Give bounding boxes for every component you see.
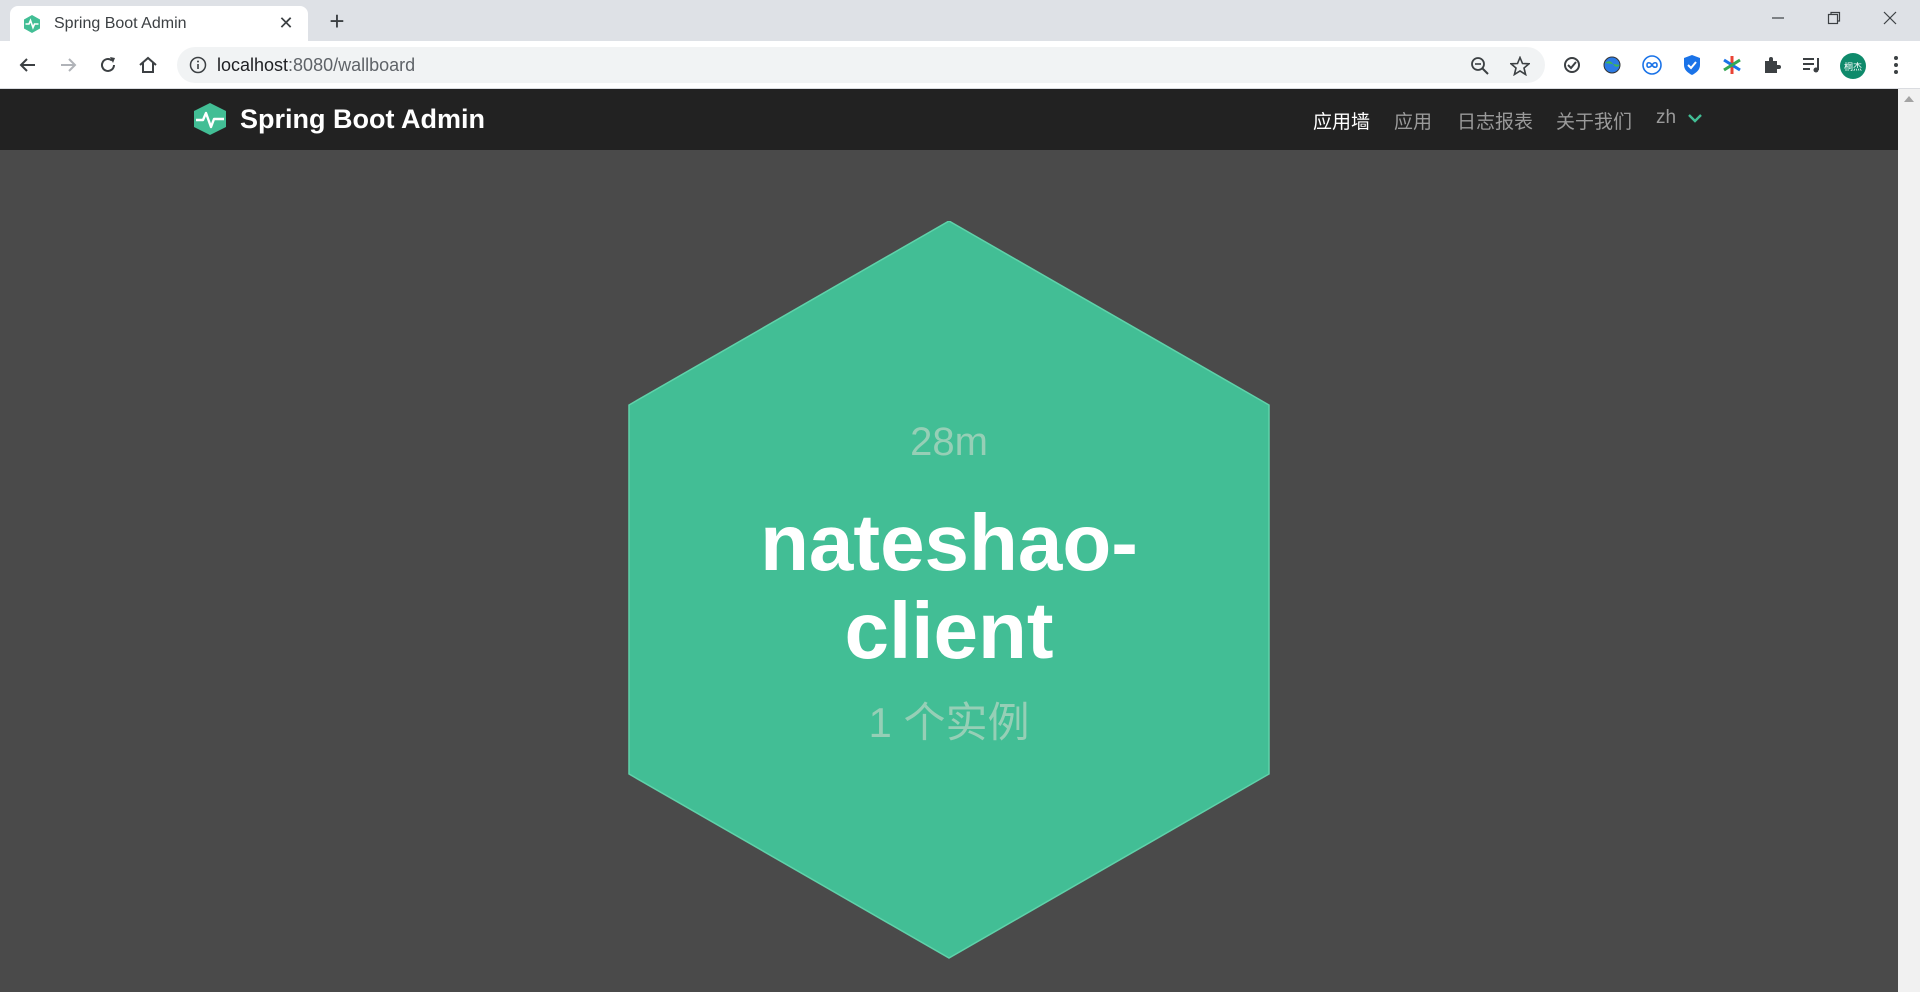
shield-extension-icon[interactable] bbox=[1680, 53, 1704, 77]
puzzle-extensions-icon[interactable] bbox=[1760, 53, 1784, 77]
url-path: :8080/wallboard bbox=[288, 55, 416, 75]
back-icon[interactable] bbox=[12, 49, 44, 81]
page-scrollbar[interactable] bbox=[1898, 89, 1920, 992]
spring-boot-admin-logo-icon bbox=[194, 103, 226, 135]
nav-applications[interactable]: 应用 bbox=[1394, 107, 1432, 134]
profile-avatar[interactable]: 桐杰 bbox=[1840, 53, 1866, 79]
spring-boot-admin-icon bbox=[24, 14, 40, 33]
home-icon[interactable] bbox=[132, 49, 164, 81]
forward-icon[interactable] bbox=[52, 49, 84, 81]
browser-tab[interactable]: Spring Boot Admin ✕ bbox=[10, 6, 308, 41]
chevron-down-icon bbox=[1688, 114, 1702, 123]
zoom-icon[interactable] bbox=[1469, 55, 1491, 77]
colorful-star-extension-icon[interactable] bbox=[1720, 53, 1744, 77]
media-queue-icon[interactable] bbox=[1800, 53, 1824, 77]
page-content: Spring Boot Admin 应用墙 应用 日志报表 关于我们 zh 28… bbox=[0, 89, 1898, 992]
sync-extension-icon[interactable] bbox=[1560, 53, 1584, 77]
address-bar[interactable]: localhost:8080/wallboard bbox=[177, 47, 1545, 83]
browser-tab-strip: Spring Boot Admin ✕ + bbox=[0, 0, 1920, 41]
application-instance-count: 1 个实例 bbox=[868, 699, 1030, 746]
app-navbar: Spring Boot Admin 应用墙 应用 日志报表 关于我们 zh bbox=[0, 89, 1898, 150]
nav-wallboard[interactable]: 应用墙 bbox=[1313, 107, 1370, 134]
language-label: zh bbox=[1656, 107, 1677, 128]
tab-title: Spring Boot Admin bbox=[54, 14, 187, 32]
nav-about[interactable]: 关于我们 bbox=[1556, 107, 1632, 134]
brand[interactable]: Spring Boot Admin bbox=[192, 102, 485, 136]
bookmark-star-icon[interactable] bbox=[1509, 55, 1531, 77]
window-close-icon[interactable] bbox=[1862, 0, 1918, 36]
site-info-icon[interactable] bbox=[189, 56, 207, 74]
tab-close-icon[interactable]: ✕ bbox=[276, 13, 296, 34]
browser-menu-icon[interactable] bbox=[1884, 53, 1908, 77]
reload-icon[interactable] bbox=[92, 49, 124, 81]
application-uptime: 28m bbox=[910, 420, 988, 464]
language-selector[interactable]: zh bbox=[1656, 107, 1702, 129]
restore-icon[interactable] bbox=[1806, 0, 1862, 36]
nav-journal[interactable]: 日志报表 bbox=[1457, 107, 1533, 134]
new-tab-button[interactable]: + bbox=[322, 6, 352, 36]
minimize-icon[interactable] bbox=[1750, 0, 1806, 36]
infinity-extension-icon[interactable] bbox=[1640, 53, 1664, 77]
globe-extension-icon[interactable] bbox=[1600, 53, 1624, 77]
application-name: nateshao-client bbox=[760, 498, 1138, 675]
url-host: localhost bbox=[217, 55, 289, 75]
scroll-up-arrow-icon[interactable] bbox=[1904, 96, 1914, 102]
url-text: localhost:8080/wallboard bbox=[217, 55, 415, 76]
brand-name: Spring Boot Admin bbox=[240, 103, 485, 134]
browser-toolbar: localhost:8080/wallboard 桐杰 bbox=[0, 41, 1920, 89]
